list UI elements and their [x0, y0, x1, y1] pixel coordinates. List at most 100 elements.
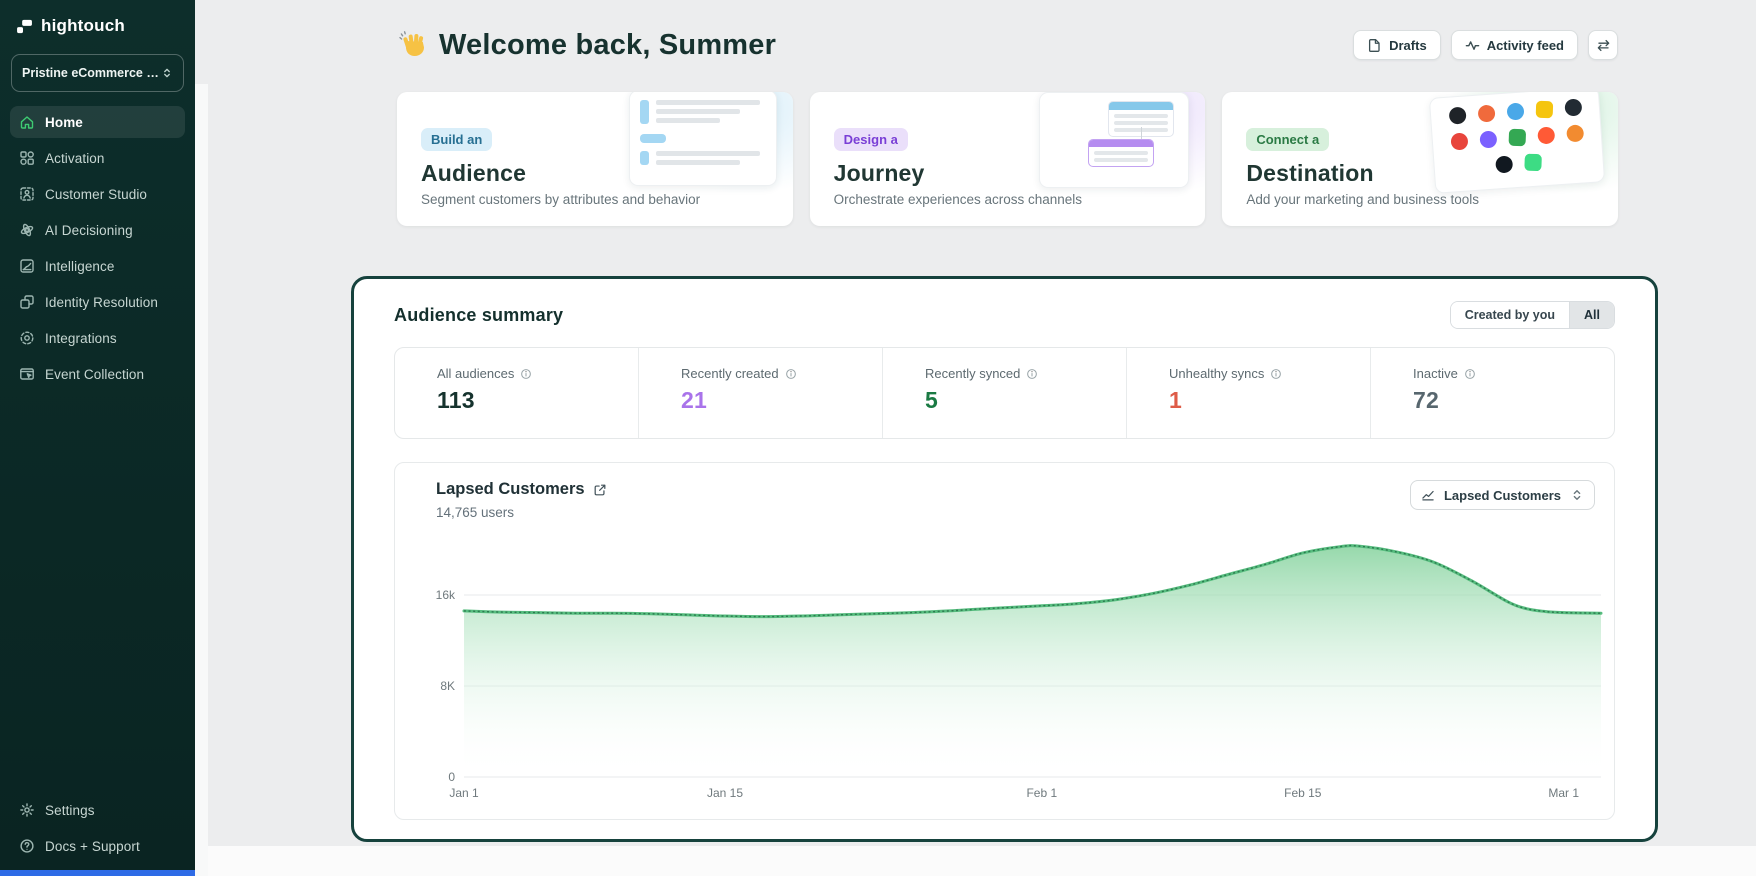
- sidebar-item-docs-support[interactable]: Docs + Support: [10, 830, 185, 862]
- page-title: Welcome back, Summer: [397, 29, 776, 62]
- customer-studio-icon: [19, 186, 35, 202]
- chart-title: Lapsed Customers: [436, 480, 585, 499]
- drafts-button[interactable]: Drafts: [1353, 30, 1441, 60]
- chart-card: Lapsed Customers 14,765 users Lapsed Cus…: [394, 462, 1615, 820]
- sidebar-item-label: AI Decisioning: [45, 223, 133, 238]
- integrations-icon: [19, 330, 35, 346]
- card-badge: Connect a: [1246, 128, 1329, 151]
- stat-label-row: All audiences: [437, 366, 638, 381]
- stat-label: Unhealthy syncs: [1169, 366, 1264, 381]
- stat-value: 113: [437, 387, 638, 414]
- sidebar-item-integrations[interactable]: Integrations: [10, 322, 185, 354]
- greeting-text: Welcome back, Summer: [439, 29, 776, 62]
- sidebar-item-label: Home: [45, 115, 83, 130]
- card-destination[interactable]: Connect aDestinationAdd your marketing a…: [1222, 92, 1618, 226]
- top-actions: Drafts Activity feed: [1353, 30, 1618, 60]
- summary-filter-toggle: Created by youAll: [1450, 301, 1615, 329]
- sidebar-item-label: Customer Studio: [45, 187, 147, 202]
- sidebar-item-customer-studio[interactable]: Customer Studio: [10, 178, 185, 210]
- sidebar-item-activation[interactable]: Activation: [10, 142, 185, 174]
- line-chart-icon: [1421, 488, 1435, 502]
- filter-created-by-you[interactable]: Created by you: [1451, 302, 1569, 328]
- stat-label-row: Recently created: [681, 366, 882, 381]
- sidebar-item-label: Intelligence: [45, 259, 115, 274]
- card-description: Orchestrate experiences across channels: [834, 192, 1182, 207]
- quick-start-cards: Build anAudienceSegment customers by att…: [397, 92, 1618, 226]
- card-journey[interactable]: Design aJourneyOrchestrate experiences a…: [810, 92, 1206, 226]
- x-axis-label: Jan 1: [449, 786, 479, 800]
- card-description: Segment customers by attributes and beha…: [421, 192, 769, 207]
- sidebar-item-ai-decisioning[interactable]: AI Decisioning: [10, 214, 185, 246]
- sidebar-item-label: Activation: [45, 151, 105, 166]
- stat-label-row: Inactive: [1413, 366, 1614, 381]
- bottom-progress-strip: [0, 870, 195, 876]
- stat-all-audiences: All audiences 113: [395, 348, 638, 438]
- app-root: hightouch Pristine eCommerce De… Home Act…: [0, 0, 1756, 876]
- drafts-label: Drafts: [1389, 38, 1427, 53]
- y-axis-label: 16k: [436, 588, 456, 602]
- filter-all[interactable]: All: [1569, 302, 1614, 328]
- activation-icon: [19, 150, 35, 166]
- info-icon[interactable]: [785, 368, 797, 380]
- hightouch-logo-icon: [16, 18, 33, 35]
- stat-value: 1: [1169, 387, 1370, 414]
- sidebar-item-label: Docs + Support: [45, 839, 140, 854]
- activity-feed-label: Activity feed: [1487, 38, 1564, 53]
- sidebar-nav: Home Activation Customer Studio AI Decision…: [0, 106, 195, 390]
- sidebar-item-settings[interactable]: Settings: [10, 794, 185, 826]
- area-chart: 08K16kJan 1Jan 15Feb 1Feb 15Mar 1: [395, 533, 1614, 808]
- workspace-selector[interactable]: Pristine eCommerce De…: [11, 54, 184, 92]
- chevron-updown-icon: [1570, 488, 1584, 502]
- external-link-icon[interactable]: [593, 483, 607, 497]
- switch-view-button[interactable]: [1588, 30, 1618, 60]
- stat-label-row: Unhealthy syncs: [1169, 366, 1370, 381]
- sidebar-spacer: [0, 390, 195, 794]
- chart-subtitle: 14,765 users: [436, 505, 607, 520]
- main-content: Welcome back, Summer Drafts Activity fee…: [195, 0, 1756, 876]
- card-description: Add your marketing and business tools: [1246, 192, 1594, 207]
- card-badge: Build an: [421, 128, 492, 151]
- journey-illustration: [1039, 96, 1189, 188]
- activity-icon: [1465, 38, 1480, 53]
- info-icon[interactable]: [1026, 368, 1038, 380]
- chart-head: Lapsed Customers 14,765 users Lapsed Cus…: [395, 463, 1614, 520]
- identity-resolution-icon: [19, 294, 35, 310]
- info-icon[interactable]: [520, 368, 532, 380]
- panel-head: Audience summary Created by youAll: [394, 301, 1615, 329]
- sidebar-item-event-collection[interactable]: Event Collection: [10, 358, 185, 390]
- brand[interactable]: hightouch: [0, 0, 195, 48]
- x-axis-label: Jan 15: [707, 786, 743, 800]
- stat-recently-created: Recently created21: [638, 348, 882, 438]
- workspace-name: Pristine eCommerce De…: [22, 66, 161, 80]
- y-axis-label: 0: [448, 770, 455, 784]
- audience-summary-panel: Audience summary Created by youAll All a…: [351, 276, 1658, 842]
- stats-row: All audiences113Recently created21Recent…: [394, 347, 1615, 439]
- card-audience[interactable]: Build anAudienceSegment customers by att…: [397, 92, 793, 226]
- destination-illustration: [1432, 96, 1602, 188]
- sidebar-item-intelligence[interactable]: Intelligence: [10, 250, 185, 282]
- sidebar: hightouch Pristine eCommerce De… Home Act…: [0, 0, 195, 876]
- settings-icon: [19, 802, 35, 818]
- area-series-fill: [464, 546, 1601, 777]
- content-bottom-band: [208, 846, 1756, 876]
- info-icon[interactable]: [1270, 368, 1282, 380]
- stat-label: Inactive: [1413, 366, 1458, 381]
- y-axis-label: 8K: [440, 679, 455, 693]
- brand-name: hightouch: [41, 16, 125, 36]
- sidebar-item-identity-resolution[interactable]: Identity Resolution: [10, 286, 185, 318]
- stat-recently-synced: Recently synced 5: [882, 348, 1126, 438]
- card-badge: Design a: [834, 128, 908, 151]
- activity-feed-button[interactable]: Activity feed: [1451, 30, 1578, 60]
- x-axis-label: Feb 15: [1284, 786, 1322, 800]
- content-left-rail: [195, 84, 208, 876]
- stat-label: All audiences: [437, 366, 514, 381]
- stat-value: 5: [925, 387, 1126, 414]
- chart-select-value: Lapsed Customers: [1444, 488, 1561, 503]
- waving-hand-emoji: [397, 29, 429, 61]
- stat-label: Recently created: [681, 366, 779, 381]
- stat-label-row: Recently synced: [925, 366, 1126, 381]
- info-icon[interactable]: [1464, 368, 1476, 380]
- top-bar: Welcome back, Summer Drafts Activity fee…: [397, 22, 1618, 68]
- chart-metric-select[interactable]: Lapsed Customers: [1410, 480, 1595, 510]
- sidebar-item-home[interactable]: Home: [10, 106, 185, 138]
